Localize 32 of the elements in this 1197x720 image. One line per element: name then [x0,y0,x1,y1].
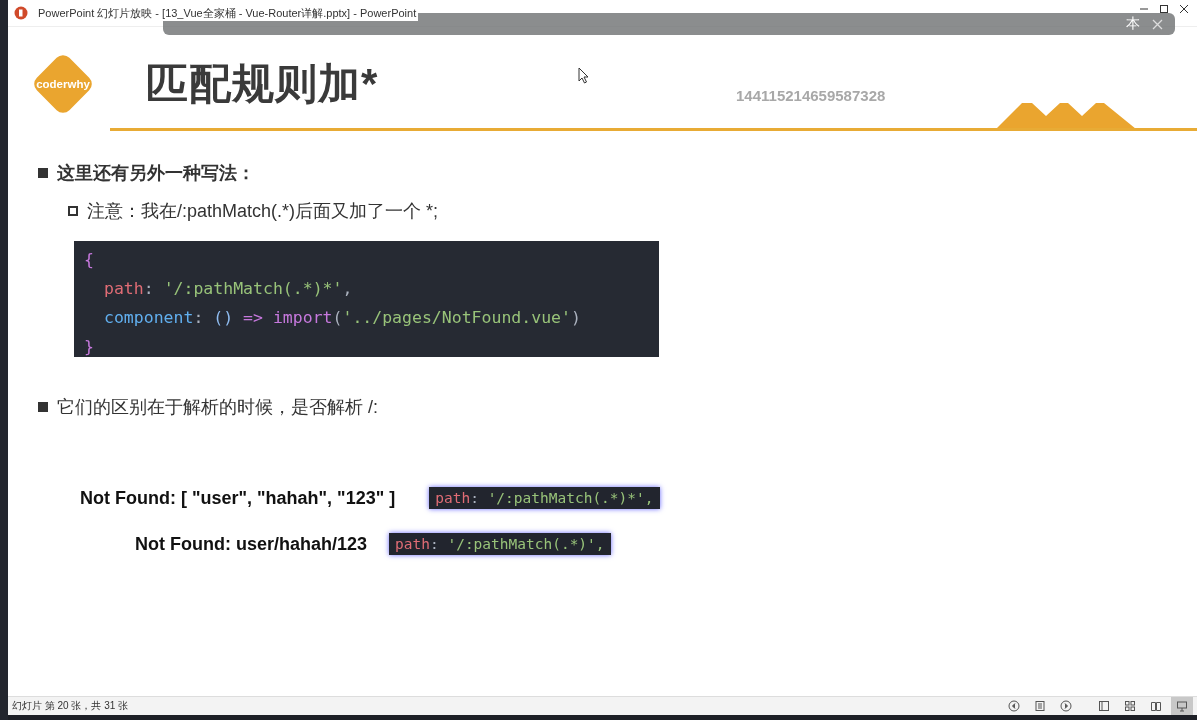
bullet-icon [38,168,48,178]
status-button[interactable] [1171,697,1193,715]
slide-title: 匹配规则加* [146,59,379,109]
app-icon [14,6,28,20]
previous-icon [1008,700,1020,712]
bullet-text: 这里还有另外一种写法： [57,162,255,185]
slide-list-icon [1034,700,1046,712]
slide-number-text: 144115214659587328 [736,87,886,104]
close-button[interactable] [1177,2,1191,16]
code-block: { path: '/:pathMatch(.*)*', component: () => import('../pages/NotFound.vue') } [74,241,659,357]
slideshow-icon [1176,700,1188,712]
maximize-button[interactable] [1157,2,1171,16]
code-snippet: path: '/:pathMatch(.*)*', [429,487,660,509]
close-icon [1152,18,1163,30]
next-icon [1060,700,1072,712]
toolbar-close-button[interactable] [1152,18,1163,30]
close-icon [1179,4,1189,14]
maximize-icon [1159,4,1169,14]
bullet-icon [38,402,48,412]
bullet-text: 注意：我在/:pathMatch(.*)后面又加了一个 *; [87,200,439,223]
normal-view-icon [1098,700,1110,712]
toolbar-label[interactable]: 本 [1126,15,1140,33]
code-snippet: path: '/:pathMatch(.*)', [389,533,611,555]
example-label: Not Found: [ "user", "hahah", "123" ] [80,487,396,509]
example-label: Not Found: user/hahah/123 [135,533,368,555]
bullet-text: 它们的区别在于解析的时候，是否解析 /: [57,396,378,419]
window-title: PowerPoint 幻灯片放映 - [13_Vue全家桶 - Vue-Router详解.pptx] - PowerPoint [36,5,419,21]
bullet-icon [68,206,78,216]
status-text: 幻灯片 第 20 张，共 31 张 [12,699,129,713]
grid-icon [1124,700,1136,712]
cursor-icon [578,67,590,84]
book-icon [1150,700,1162,712]
